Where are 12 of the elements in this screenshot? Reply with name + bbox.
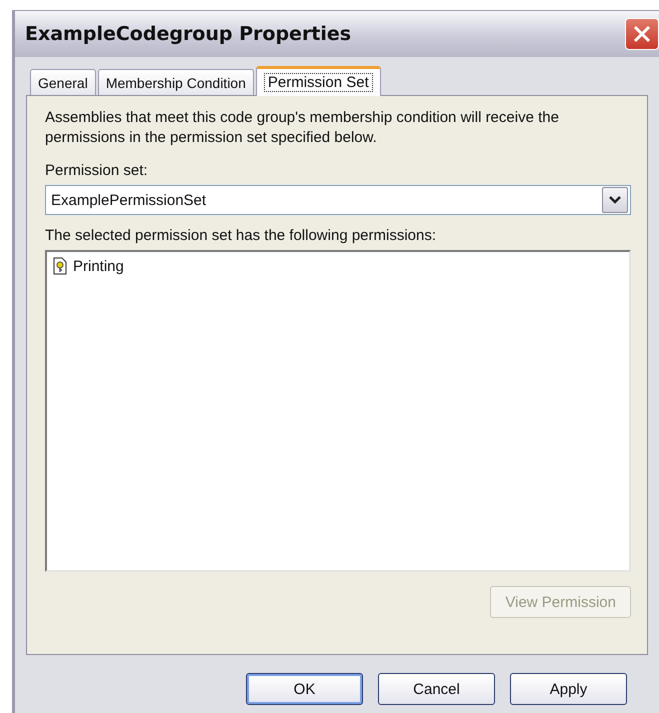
permission-set-dropdown[interactable]: ExamplePermissionSet bbox=[45, 185, 631, 215]
window-title: ExampleCodegroup Properties bbox=[25, 23, 352, 45]
tab[interactable]: Permission Set bbox=[256, 66, 381, 96]
permission-item[interactable]: Printing bbox=[51, 256, 126, 276]
tab[interactable]: Membership Condition bbox=[98, 69, 254, 95]
permission-set-label: Permission set: bbox=[45, 162, 149, 179]
permissions-label: The selected permission set has the following permissions: bbox=[45, 227, 438, 244]
tab[interactable]: General bbox=[30, 69, 96, 95]
dialog-button[interactable]: Apply bbox=[510, 673, 627, 705]
dialog-button[interactable]: Cancel bbox=[378, 673, 495, 705]
description-text: Assemblies that meet this code group's membership condition will receive the permissions in the permission set specified below. bbox=[45, 108, 560, 148]
dialog-button[interactable]: OK bbox=[246, 673, 363, 705]
